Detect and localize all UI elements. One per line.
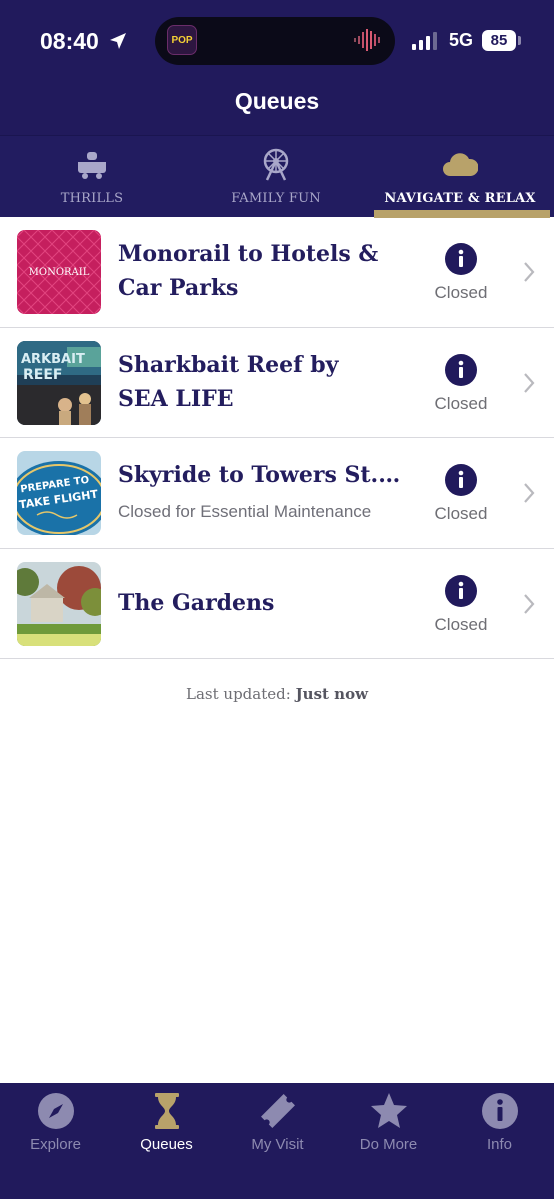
nav-label: Info [486,1136,513,1153]
nav-label: Explore [30,1136,81,1153]
tab-family-fun[interactable]: FAMILY FUN [184,136,368,218]
ticket-icon [261,1094,295,1128]
category-tabs: THRILLS FAMILY FUN NAVIGATE & RELAX [0,135,554,218]
ride-title: Skyride to Towers St. (F... [118,462,403,488]
ferris-wheel-icon [263,148,289,181]
chevron-right-icon [524,483,535,503]
ride-title-line1: Monorail to Hotels & [118,241,379,267]
nav-explore[interactable]: Explore [0,1083,111,1183]
nav-label: Do More [359,1136,418,1153]
hourglass-icon [155,1093,179,1129]
ride-car-icon [78,152,106,179]
now-playing-app-icon: POP [167,25,197,55]
queues-screen: 08:40 POP 5G 85 Queues THRILLS FAMILY FU… [0,0,554,1199]
info-icon [458,581,464,599]
info-icon [458,360,464,378]
star-icon [371,1093,407,1128]
ride-row-monorail[interactable]: MONORAIL Monorail to Hotels & Car Parks … [0,217,554,328]
ride-title: The Gardens [118,589,275,616]
ride-row-sharkbait[interactable]: ARKBAIT REEF Sharkbait Reef by SEA LIFE … [0,328,554,438]
cloud-icon [443,153,478,176]
ride-status: Closed [434,504,488,523]
audio-wave-icon [354,29,380,51]
info-button[interactable] [445,243,477,275]
last-updated-value: Just now [295,685,368,703]
tab-thrills[interactable]: THRILLS [0,136,184,218]
nav-my-visit[interactable]: My Visit [222,1083,333,1183]
ride-row-skyride[interactable]: PREPARE TO TAKE FLIGHT Skyride to Towers… [0,438,554,549]
tab-label: NAVIGATE & RELAX [384,191,536,206]
gardens-thumbnail-art [17,561,101,646]
svg-text:REEF: REEF [23,367,62,383]
cellular-signal-icon [412,32,437,50]
ride-subtitle: Closed for Essential Maintenance [118,502,372,521]
last-updated-label: Last updated: [186,685,291,703]
status-time: 08:40 [40,28,99,54]
info-button[interactable] [445,353,477,386]
ride-row-gardens[interactable]: The Gardens Closed [0,549,554,659]
header-bar: 08:40 POP 5G 85 Queues [0,0,554,135]
nav-do-more[interactable]: Do More [333,1083,444,1183]
info-button[interactable] [445,574,477,607]
ride-title-line2: SEA LIFE [118,385,234,412]
nav-label: Queues [140,1136,193,1153]
dynamic-island: POP [155,17,395,65]
ride-status: Closed [434,283,488,302]
ride-status: Closed [434,393,488,413]
ride-list: MONORAIL Monorail to Hotels & Car Parks … [0,217,554,659]
ride-thumbnail: ARKBAIT REEF [17,340,101,425]
nav-queues[interactable]: Queues [111,1083,222,1183]
compass-icon [38,1093,74,1129]
sharkbait-thumbnail-art: ARKBAIT REEF [17,340,101,425]
bottom-navigation: Explore Queues My Visit Do More Info [0,1083,554,1199]
ride-title: Monorail to Hotels & Car Parks [118,237,408,305]
chevron-right-icon [524,372,535,393]
ride-thumbnail: PREPARE TO TAKE FLIGHT [17,451,101,535]
ride-thumbnail: MONORAIL [17,230,101,314]
chevron-right-icon [524,262,535,282]
info-icon [458,470,464,488]
chevron-right-icon [524,593,535,614]
ride-status: Closed [434,614,488,634]
ride-title-line1: Sharkbait Reef by [118,351,339,378]
thumbnail-caption: MONORAIL [29,267,90,278]
battery-indicator: 85 [482,30,516,51]
tab-navigate-relax[interactable]: NAVIGATE & RELAX [368,136,552,218]
monorail-thumbnail-art: MONORAIL [17,230,101,314]
svg-text:ARKBAIT: ARKBAIT [21,352,85,367]
info-icon [458,249,464,267]
tab-label: THRILLS [60,191,124,206]
skyride-thumbnail-art: PREPARE TO TAKE FLIGHT [17,451,101,535]
ride-thumbnail [17,561,101,646]
ride-title-line2: Car Parks [118,275,239,301]
status-bar: 08:40 POP 5G 85 [0,0,554,80]
last-updated: Last updated: Just now [0,685,554,703]
network-type: 5G [449,30,474,50]
location-arrow-icon [110,33,126,49]
info-button[interactable] [445,464,477,496]
page-title: Queues [234,88,320,114]
nav-info[interactable]: Info [444,1083,554,1183]
ride-title: Sharkbait Reef by SEA LIFE [118,348,408,416]
tab-label: FAMILY FUN [231,191,321,206]
nav-label: My Visit [251,1136,304,1153]
battery-tip [518,36,521,45]
info-icon [482,1093,518,1129]
